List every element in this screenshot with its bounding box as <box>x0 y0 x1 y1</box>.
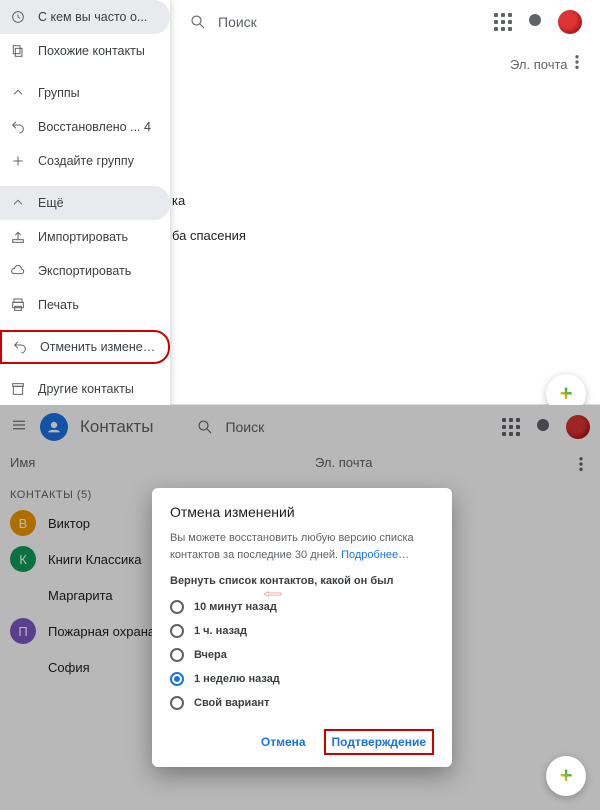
sidebar-item[interactable]: Похожие контакты <box>0 34 170 68</box>
radio-icon <box>170 672 184 686</box>
notifications-icon[interactable] <box>526 11 544 34</box>
apps-grid-icon[interactable] <box>494 13 512 31</box>
column-header-row: Эл. почта <box>180 50 590 78</box>
sidebar-item-label: Импортировать <box>38 230 160 244</box>
sidebar-item-label: Создайте группу <box>38 154 160 168</box>
radio-label: 1 неделю назад <box>194 673 280 685</box>
dialog-subheading: Вернуть список контактов, какой он был <box>170 575 434 587</box>
dialog-description: Вы можете восстановить любую версию спис… <box>170 530 434 563</box>
sidebar-item-label: Печать <box>38 298 160 312</box>
dialog-title: Отмена изменений <box>170 504 434 520</box>
dialog-actions: Отмена Подтверждение <box>170 729 434 755</box>
radio-icon <box>170 696 184 710</box>
sidebar-item[interactable]: Восстановлено ... 4 <box>0 110 170 144</box>
upload-icon <box>10 227 26 247</box>
sidebar-item[interactable]: Другие контакты <box>0 372 170 406</box>
sidebar-item[interactable]: Ещё <box>0 186 170 220</box>
radio-icon <box>170 600 184 614</box>
chevron-up-icon <box>10 83 26 103</box>
learn-more-link[interactable]: Подробнее… <box>341 549 409 561</box>
search-bar[interactable]: Поиск <box>188 12 494 32</box>
sidebar-item[interactable]: Отменить изменения <box>0 330 170 364</box>
radio-label: 1 ч. назад <box>194 625 247 637</box>
copy-icon <box>10 41 26 61</box>
sidebar-item-label: Группы <box>38 86 160 100</box>
top-header: Поиск <box>180 0 590 44</box>
undo-icon <box>10 117 26 137</box>
radio-group: 10 минут назад 1 ч. назад Вчера 1 неделю на… <box>170 595 434 715</box>
sidebar-item[interactable]: Печать <box>0 288 170 322</box>
sidebar-item-label: Восстановлено ... 4 <box>38 120 160 134</box>
sidebar-item-label: Экспортировать <box>38 264 160 278</box>
account-avatar[interactable] <box>558 10 582 34</box>
email-column-header: Эл. почта <box>510 57 568 72</box>
sidebar-item-label: Похожие контакты <box>38 44 160 58</box>
cancel-button[interactable]: Отмена <box>253 729 314 755</box>
sidebar-item[interactable]: Экспортировать <box>0 254 170 288</box>
top-screenshot: Поиск Эл. почта ка ба спасения С кем вы … <box>0 0 600 405</box>
undo-changes-dialog: Отмена изменений Вы можете восстановить … <box>152 488 452 767</box>
sidebar-item-label: С кем вы часто о... <box>38 10 160 24</box>
history-icon <box>10 7 26 27</box>
radio-icon <box>170 648 184 662</box>
create-contact-fab[interactable]: + <box>546 756 586 796</box>
sidebar-item-label: Другие контакты <box>38 382 160 396</box>
undo-icon <box>12 337 28 357</box>
cloud-icon <box>10 261 26 281</box>
radio-option[interactable]: 1 неделю назад <box>170 667 434 691</box>
more-icon[interactable] <box>568 53 586 76</box>
plus-icon <box>10 151 26 171</box>
radio-option[interactable]: Свой вариант <box>170 691 434 715</box>
sidebar-item[interactable]: С кем вы часто о... <box>0 0 170 34</box>
radio-option[interactable]: 10 минут назад <box>170 595 434 619</box>
chevron-up-icon <box>10 193 26 213</box>
sidebar-item[interactable]: Импортировать <box>0 220 170 254</box>
sidebar: С кем вы часто о... Похожие контакты Групп… <box>0 0 170 405</box>
plus-icon: + <box>560 381 573 407</box>
print-icon <box>10 295 26 315</box>
radio-label: Вчера <box>194 649 227 661</box>
plus-icon: + <box>560 763 573 789</box>
radio-icon <box>170 624 184 638</box>
content-peek: ка ба спасения <box>172 85 246 251</box>
annotation-arrow <box>264 585 282 608</box>
archive-icon <box>10 379 26 399</box>
confirm-button[interactable]: Подтверждение <box>324 729 434 755</box>
sidebar-item[interactable]: Группы <box>0 76 170 110</box>
search-placeholder: Поиск <box>218 14 257 30</box>
search-icon <box>188 12 208 32</box>
radio-option[interactable]: Вчера <box>170 643 434 667</box>
sidebar-item-label: Ещё <box>38 196 160 210</box>
radio-label: Свой вариант <box>194 697 269 709</box>
header-icons <box>494 10 582 34</box>
radio-option[interactable]: 1 ч. назад <box>170 619 434 643</box>
sidebar-item-label: Отменить изменения <box>40 340 158 354</box>
sidebar-item[interactable]: Создайте группу <box>0 144 170 178</box>
